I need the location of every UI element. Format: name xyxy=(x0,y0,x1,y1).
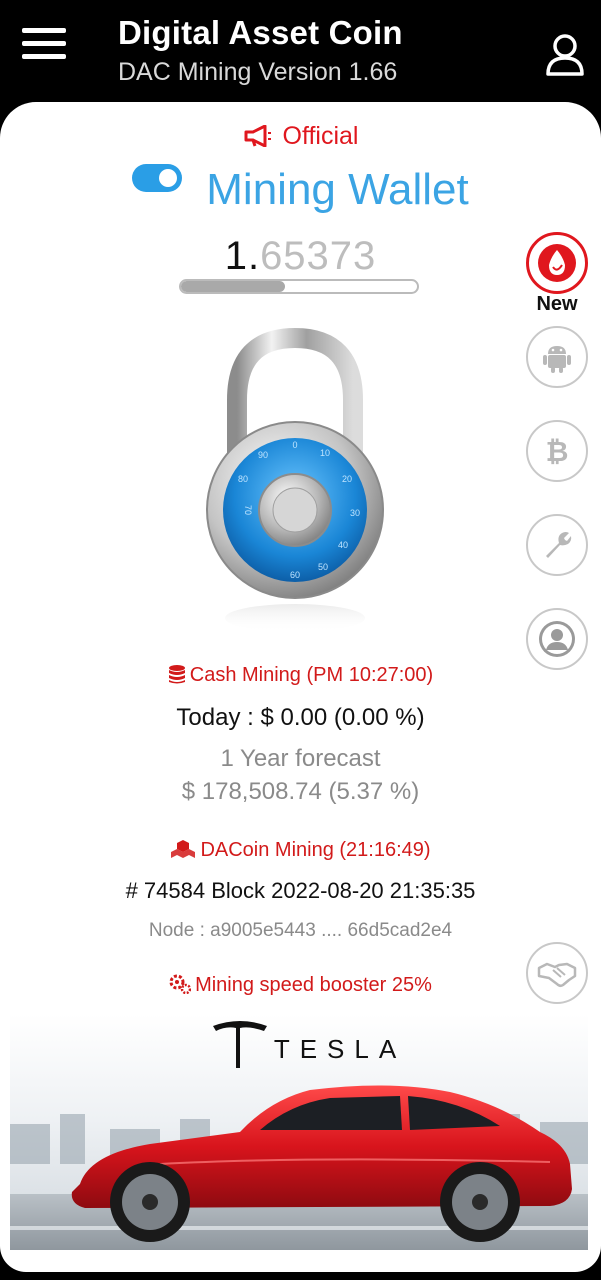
progress-fill xyxy=(181,281,285,292)
app-subtitle: DAC Mining Version 1.66 xyxy=(118,58,398,86)
android-icon xyxy=(543,346,571,373)
wallet-header: Mining Wallet xyxy=(0,164,601,215)
user-account-icon[interactable] xyxy=(540,30,590,80)
wallet-balance: 1.65373 xyxy=(0,234,601,279)
svg-text:50: 50 xyxy=(318,562,328,572)
new-app-icon xyxy=(538,244,576,282)
new-app-button[interactable] xyxy=(526,232,588,294)
svg-text:20: 20 xyxy=(342,474,352,484)
node-info: Node : a9005e5443 .... 66d5cad2e4 xyxy=(148,920,453,941)
profile-button[interactable] xyxy=(526,608,588,670)
app-title: Digital Asset Coin xyxy=(118,14,403,51)
svg-text:30: 30 xyxy=(350,508,360,518)
block-info: # 74584 Block 2022-08-20 21:35:35 xyxy=(125,878,476,903)
forecast-value: $ 178,508.74 (5.37 %) xyxy=(181,778,420,805)
new-badge-label: New xyxy=(536,293,578,315)
balance-decimal: 65373 xyxy=(260,234,377,278)
cash-mining-header: Cash Mining (PM 10:27:00) xyxy=(0,664,601,687)
svg-text:60: 60 xyxy=(290,570,300,580)
tools-button[interactable] xyxy=(526,514,588,576)
tesla-ad-banner[interactable]: TESLA xyxy=(10,1014,588,1250)
official-label: Official xyxy=(282,122,359,150)
svg-text:10: 10 xyxy=(320,448,330,458)
today-earnings: Today : $ 0.00 (0.00 %) xyxy=(176,704,425,731)
profile-icon xyxy=(539,621,575,657)
svg-text:90: 90 xyxy=(258,450,268,460)
gears-icon xyxy=(169,974,192,995)
android-button[interactable] xyxy=(526,326,588,388)
cubes-icon xyxy=(171,840,196,858)
svg-text:70: 70 xyxy=(243,505,253,515)
hamburger-menu-icon[interactable] xyxy=(22,28,66,64)
bitcoin-icon: ₿ xyxy=(546,435,569,468)
app-header: Digital Asset Coin DAC Mining Version 1.… xyxy=(0,0,601,104)
official-link[interactable]: Official xyxy=(0,122,601,151)
main-card: Official Mining Wallet 1.65373 0 10 20 3… xyxy=(0,102,601,1272)
megaphone-icon xyxy=(244,124,271,148)
svg-text:0: 0 xyxy=(292,440,297,450)
mining-toggle[interactable] xyxy=(132,164,183,192)
forecast-label: 1 Year forecast xyxy=(220,745,381,772)
mining-progress-bar xyxy=(179,279,419,294)
bitcoin-button[interactable]: ₿ xyxy=(526,420,588,482)
coin-stack-icon xyxy=(168,665,185,684)
booster-header: Mining speed booster 25% xyxy=(0,974,601,997)
dacoin-mining-header: DACoin Mining (21:16:49) xyxy=(0,839,601,862)
dacoin-mining-label: DACoin Mining (21:16:49) xyxy=(200,839,431,861)
svg-text:40: 40 xyxy=(338,540,348,550)
booster-label: Mining speed booster 25% xyxy=(195,974,432,996)
wallet-title: Mining Wallet xyxy=(206,165,469,214)
padlock-image: 0 10 20 30 40 50 60 70 80 90 xyxy=(206,327,384,632)
wrench-icon xyxy=(546,532,572,558)
svg-text:₿: ₿ xyxy=(546,435,569,468)
svg-text:80: 80 xyxy=(238,474,248,484)
tesla-car-image: TESLA xyxy=(10,1014,588,1250)
balance-integer: 1. xyxy=(224,234,261,278)
cash-mining-label: Cash Mining (PM 10:27:00) xyxy=(189,664,434,686)
tesla-wordmark: TESLA xyxy=(274,1034,406,1064)
